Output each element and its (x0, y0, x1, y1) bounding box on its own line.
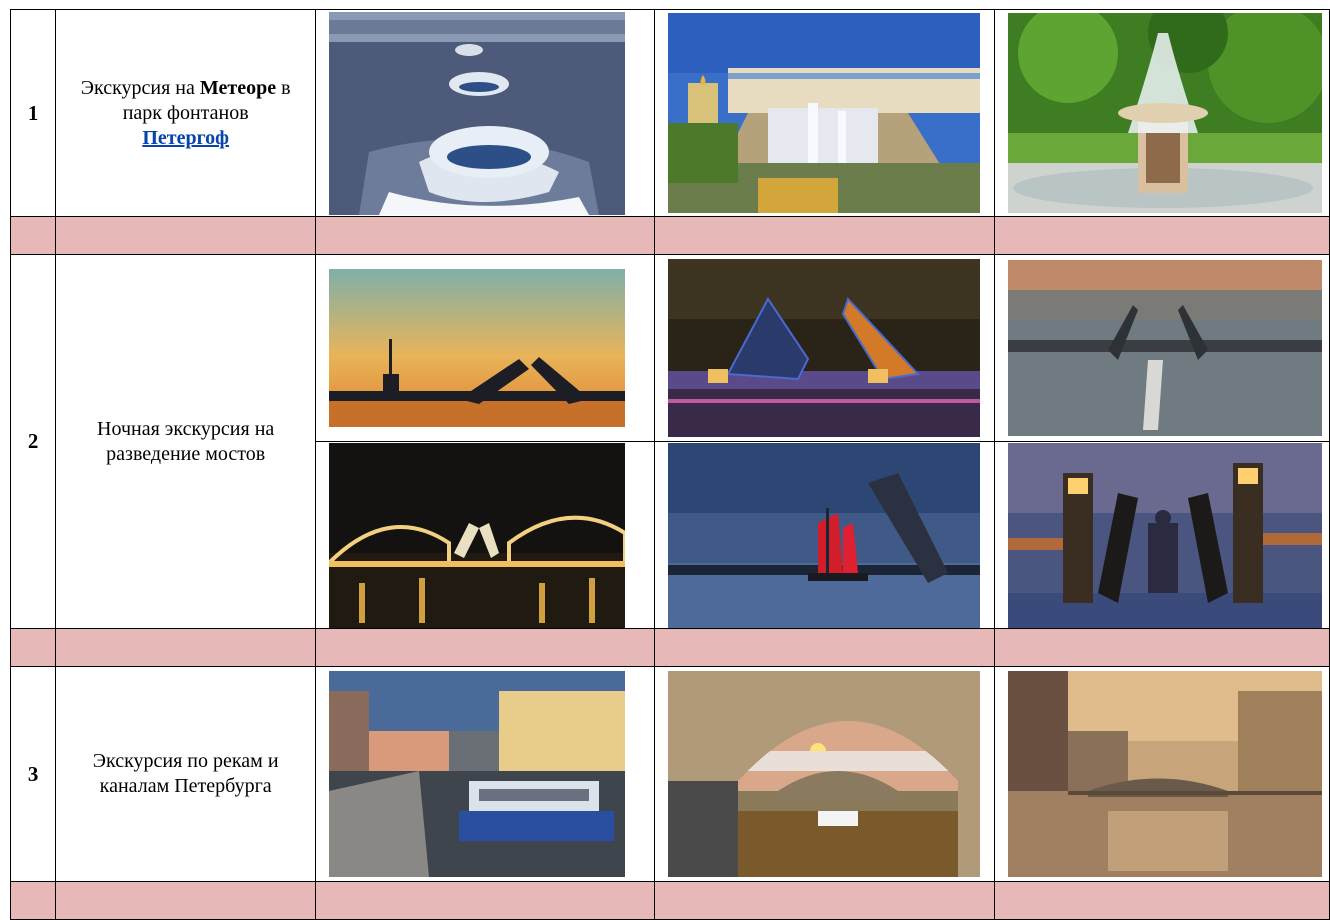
photo-cell (315, 441, 656, 629)
table-row: 3 Экскурсия по рекам и каналам Петербург… (9, 666, 1330, 882)
separator-cell (654, 881, 995, 920)
separator-cell (315, 216, 656, 255)
bridge-towers-photo (1007, 442, 1322, 628)
excursion-description: Экскурсия на Метеоре в парк фонтанов Пет… (55, 9, 317, 217)
separator-cell (993, 881, 1330, 920)
separator-row (9, 881, 1330, 920)
separator-cell (993, 628, 1330, 667)
illuminated-bridge-photo (329, 442, 626, 628)
photo-cell (654, 441, 995, 629)
separator-row (9, 628, 1330, 667)
separator-cell (315, 628, 656, 667)
separator-row (9, 216, 1330, 255)
hydrofoil-photo (329, 11, 626, 215)
table-row: 2 Ночная экскурсия на разведение мостов (9, 254, 1330, 629)
photo-cell (654, 254, 995, 442)
separator-cell (654, 628, 995, 667)
desc-text: Ночная экскурсия на разведение мостов (97, 417, 275, 465)
separator-cell (55, 216, 317, 255)
photo-cell (315, 666, 656, 882)
photo-cell (993, 441, 1330, 629)
separator-cell (315, 881, 656, 920)
photo-cell (993, 666, 1330, 882)
desc-bold: Метеоре (199, 76, 277, 99)
photo-cell (654, 9, 995, 217)
separator-cell (55, 628, 317, 667)
desc-text: Экскурсия на (80, 76, 200, 99)
winter-canal-arch-photo (668, 671, 981, 877)
row-number: 3 (9, 666, 57, 882)
separator-cell (9, 628, 57, 667)
photo-cell (993, 254, 1330, 442)
photo-cell (315, 9, 656, 217)
excursion-description: Ночная экскурсия на разведение мостов (55, 254, 317, 629)
peterhof-cascade-photo (668, 13, 981, 213)
separator-cell (654, 216, 995, 255)
separator-cell (993, 216, 1330, 255)
row-number: 2 (9, 254, 57, 629)
photo-cell (654, 666, 995, 882)
roman-fountain-photo (1007, 13, 1322, 213)
photo-cell (993, 9, 1330, 217)
excursion-description: Экскурсия по рекам и каналам Петербурга (55, 666, 317, 882)
desc-text: Экскурсия по рекам и каналам Петербурга (92, 750, 279, 797)
separator-cell (55, 881, 317, 920)
separator-cell (9, 881, 57, 920)
excursions-table: 1 Экскурсия на Метеоре в парк фонтанов П… (9, 9, 1330, 920)
peterhof-link[interactable]: Петергоф (142, 127, 229, 149)
photo-cell (315, 254, 656, 442)
scarlet-sails-photo (668, 442, 981, 628)
fontanka-mist-photo (1007, 671, 1322, 877)
table-row: 1 Экскурсия на Метеоре в парк фонтанов П… (9, 9, 1330, 217)
bridge-aerial-photo (1007, 260, 1322, 436)
palace-bridge-night-photo (668, 259, 981, 437)
bridge-sunset-photo (329, 269, 626, 427)
row-number: 1 (9, 9, 57, 217)
separator-cell (9, 216, 57, 255)
canal-boat-photo (329, 671, 626, 877)
